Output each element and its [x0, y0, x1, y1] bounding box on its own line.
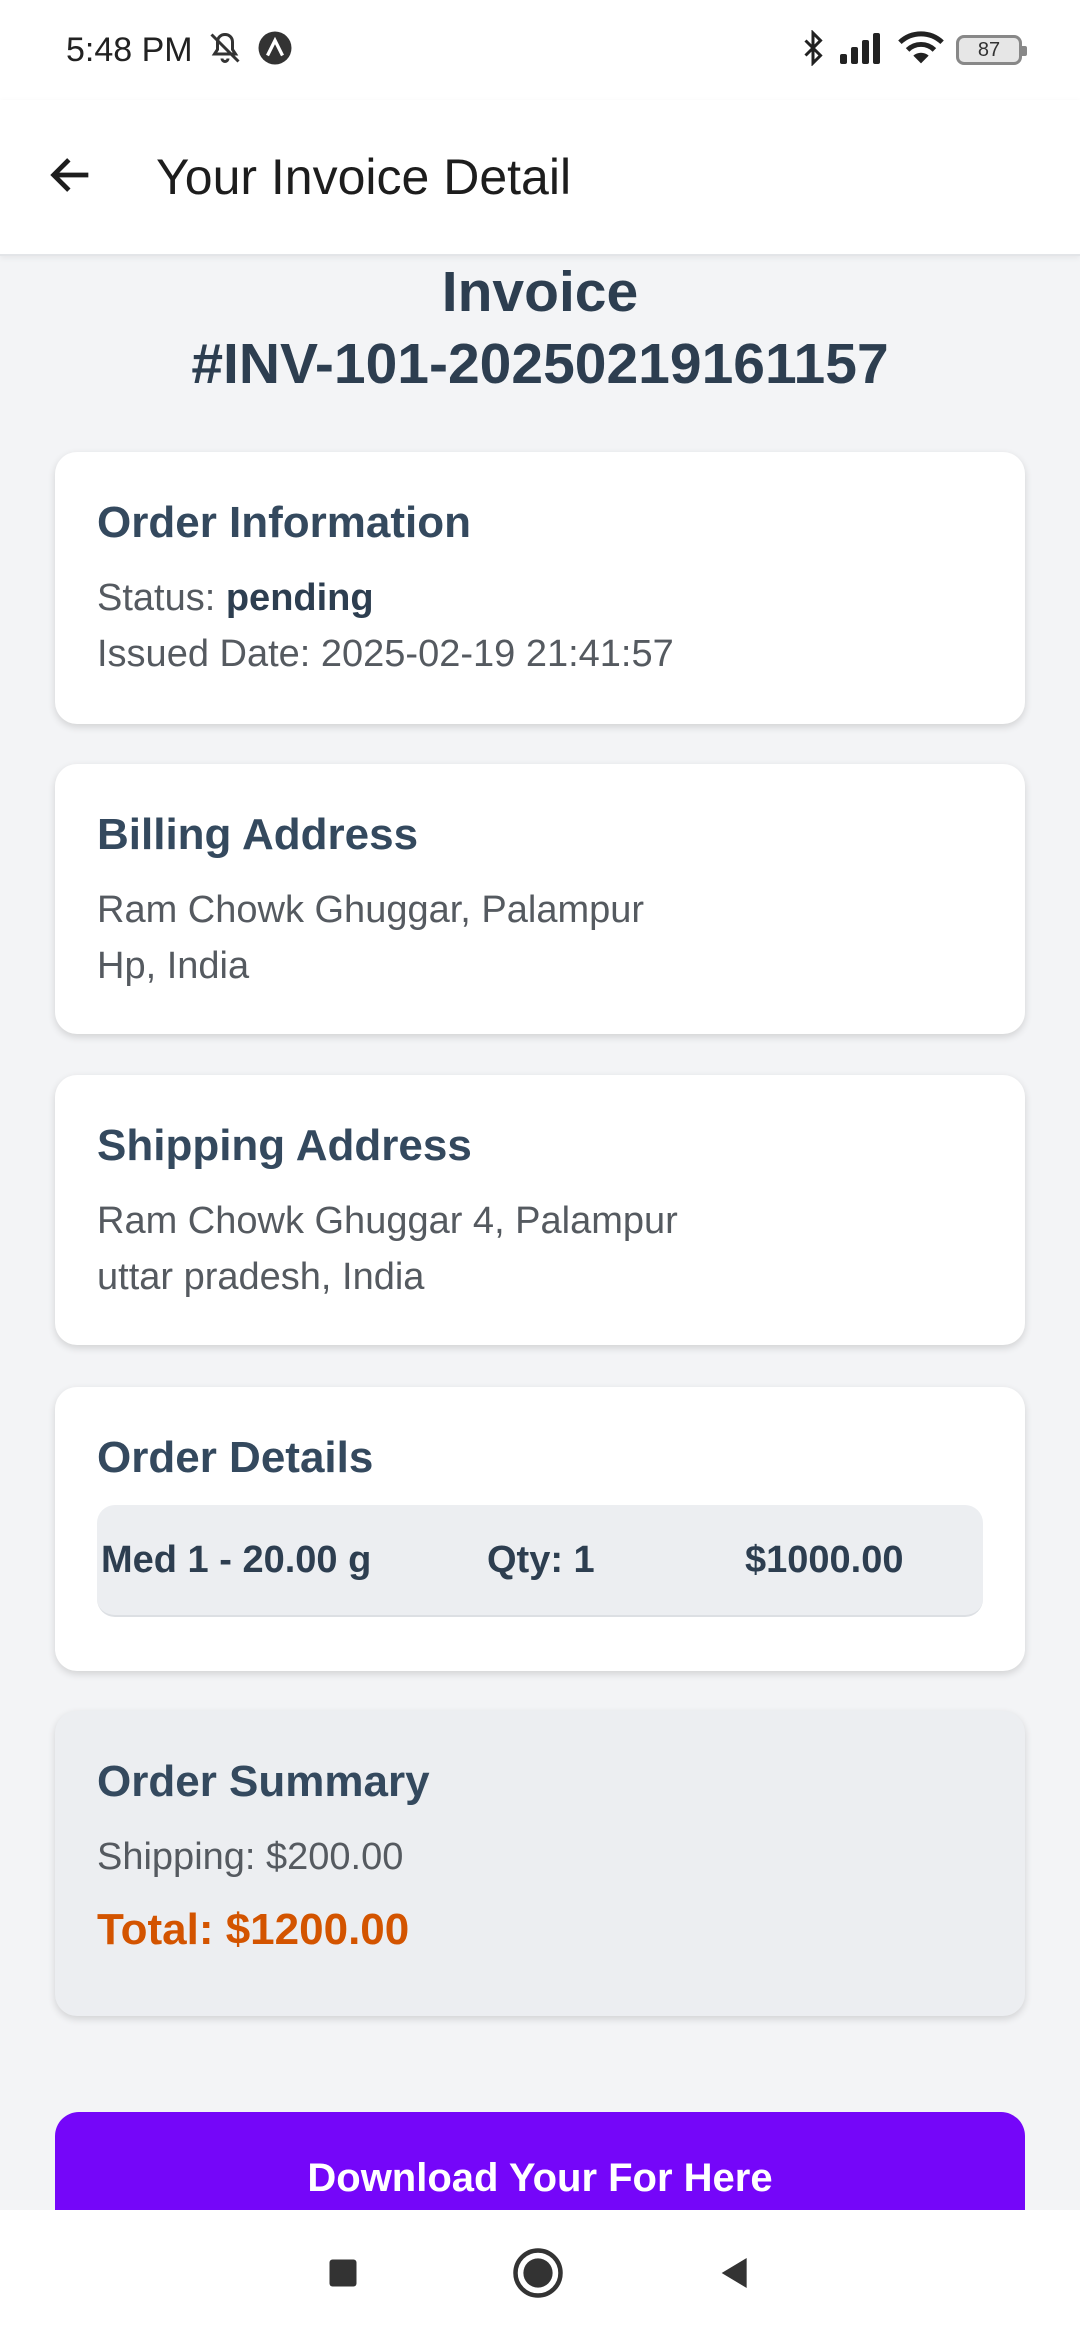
invoice-number: #INV-101-20250219161157 — [191, 332, 889, 396]
shipping-address-line1: Ram Chowk Ghuggar 4, Palampur — [97, 1200, 678, 1242]
status-left: 5:48 PM — [66, 30, 293, 71]
order-item-row: Med 1 - 20.00 g Qty: 1 $1000.00 — [97, 1505, 983, 1617]
recents-square-icon[interactable] — [325, 2255, 361, 2296]
battery-level: 87 — [977, 38, 1001, 61]
bluetooth-icon — [800, 28, 826, 71]
order-item-name: Med 1 - 20.00 g — [101, 1538, 372, 1581]
shipping-cost: Shipping: $200.00 — [97, 1836, 404, 1878]
status-time: 5:48 PM — [66, 30, 193, 69]
page-title: Your Invoice Detail — [156, 149, 572, 205]
shipping-address-title: Shipping Address — [97, 1121, 472, 1170]
order-details-card: Order Details Med 1 - 20.00 g Qty: 1 $10… — [55, 1387, 1025, 1671]
billing-address-line1: Ram Chowk Ghuggar, Palampur — [97, 889, 645, 931]
order-item-price: $1000.00 — [745, 1538, 904, 1581]
order-information-card: Order Information Status: pending Issued… — [55, 452, 1025, 724]
battery-icon: 87 — [956, 35, 1027, 65]
status-right: 87 — [800, 28, 1027, 71]
billing-address-title: Billing Address — [97, 810, 419, 859]
order-item-qty: Qty: 1 — [487, 1538, 595, 1581]
invoice-heading: Invoice #INV-101-20250219161157 — [0, 256, 1080, 400]
billing-address-card: Billing Address Ram Chowk Ghuggar, Palam… — [55, 764, 1025, 1034]
order-information-title: Order Information — [97, 498, 472, 547]
order-details-title: Order Details — [97, 1433, 374, 1482]
shipping-address-card: Shipping Address Ram Chowk Ghuggar 4, Pa… — [55, 1075, 1025, 1345]
billing-address-line2: Hp, India — [97, 945, 250, 987]
wifi-icon — [898, 30, 944, 71]
back-button[interactable] — [26, 132, 116, 222]
order-summary-title: Order Summary — [97, 1757, 430, 1806]
system-nav-bar — [0, 2210, 1080, 2340]
status-bar: 5:48 PM 87 — [0, 0, 1080, 100]
invoice-content: Invoice #INV-101-20250219161157 — [0, 256, 1080, 400]
app-notification-icon — [257, 30, 293, 71]
status-value: pending — [225, 577, 374, 619]
back-triangle-icon[interactable] — [715, 2253, 755, 2298]
issued-date: Issued Date: 2025-02-19 21:41:57 — [97, 633, 674, 675]
status-line: Status: pending — [97, 570, 983, 626]
mute-bell-icon — [207, 30, 243, 71]
shipping-address-line2: uttar pradesh, India — [97, 1256, 425, 1298]
invoice-heading-line1: Invoice — [441, 260, 639, 324]
order-total: Total: $1200.00 — [97, 1905, 410, 1954]
app-bar: Your Invoice Detail — [0, 100, 1080, 256]
arrow-left-icon — [45, 149, 97, 206]
status-label: Status: — [97, 577, 226, 619]
order-summary-card: Order Summary Shipping: $200.00 Total: $… — [55, 1711, 1025, 2016]
signal-icon — [838, 32, 886, 69]
home-circle-icon[interactable] — [511, 2246, 565, 2305]
